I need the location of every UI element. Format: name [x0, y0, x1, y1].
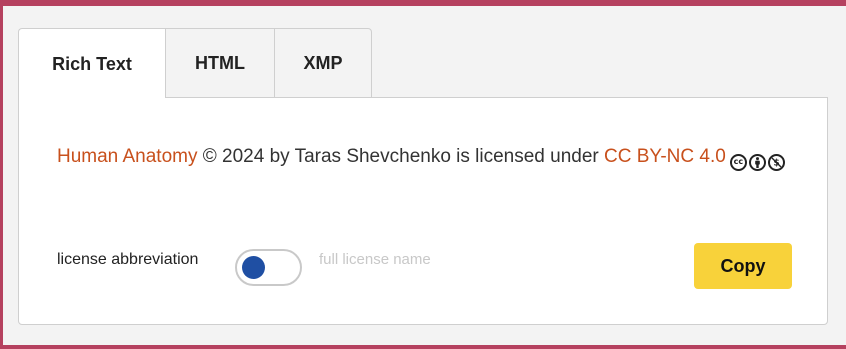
tab-html[interactable]: HTML — [165, 28, 274, 98]
cc-icon: cc — [729, 153, 747, 171]
license-abbreviation-label: license abbreviation — [57, 251, 199, 268]
license-format-toggle[interactable] — [235, 249, 302, 286]
format-tabs: Rich Text HTML XMP — [18, 28, 372, 99]
toggle-knob — [242, 256, 265, 279]
license-icons: cc $ — [729, 153, 785, 171]
tab-xmp[interactable]: XMP — [274, 28, 372, 98]
attribution-middle-text: © 2024 by Taras Shevchenko is licensed u… — [197, 146, 605, 167]
full-license-name-label: full license name — [319, 251, 431, 268]
license-controls: license abbreviation full license name C… — [57, 243, 792, 289]
tab-rich-text[interactable]: Rich Text — [18, 28, 165, 99]
license-link[interactable]: CC BY-NC 4.0 — [604, 146, 726, 167]
nc-icon: $ — [767, 153, 785, 171]
by-icon — [748, 153, 766, 171]
copy-button[interactable]: Copy — [694, 243, 792, 289]
license-widget-frame: Rich Text HTML XMP Human Anatomy © 2024 … — [0, 0, 846, 349]
work-title-link[interactable]: Human Anatomy — [57, 146, 197, 167]
attribution-text: Human Anatomy © 2024 by Taras Shevchenko… — [57, 141, 792, 173]
tab-panel-rich-text: Human Anatomy © 2024 by Taras Shevchenko… — [18, 97, 828, 325]
